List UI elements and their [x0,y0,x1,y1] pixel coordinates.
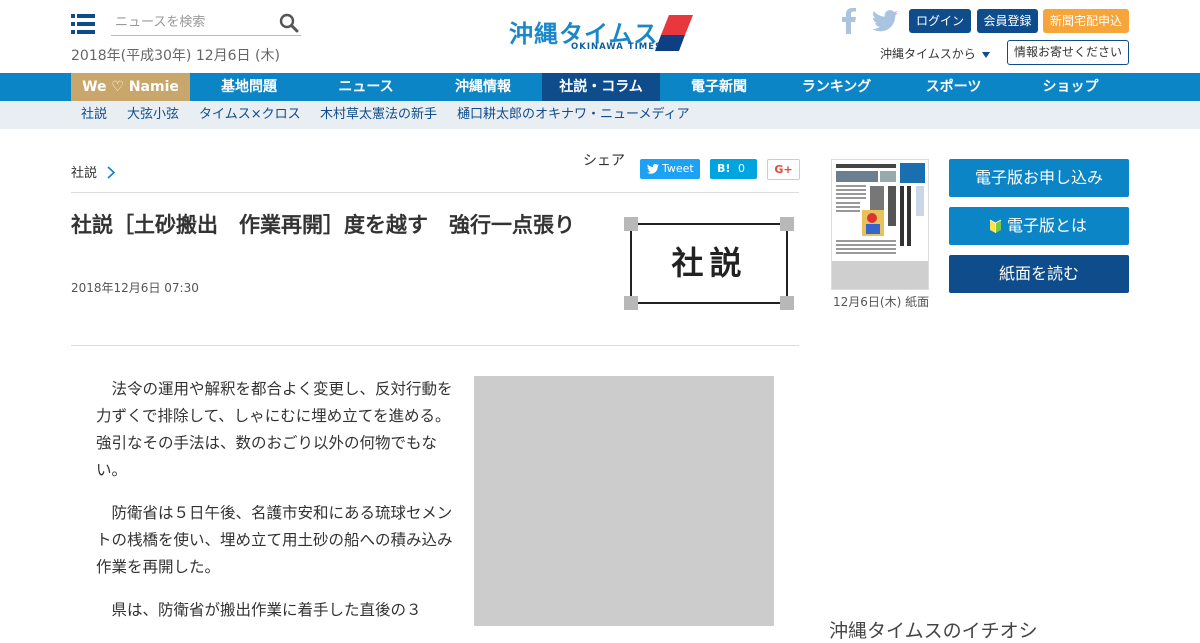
news-tip-button[interactable]: 情報お寄せください [1007,40,1129,65]
search-input[interactable] [111,11,279,33]
sub-nav: 社説 大弦小弦 タイムス×クロス 木村草太憲法の新手 樋口耕太郎のオキナワ・ニュ… [0,101,1200,129]
sub-nav-item-kimura-constitution[interactable]: 木村草太憲法の新手 [320,101,437,129]
nav-item-okinawa-info[interactable]: 沖縄情報 [424,73,542,101]
hatena-bookmark-button[interactable]: B! 0 [710,159,757,179]
facebook-icon[interactable] [842,8,856,34]
search-icon[interactable] [279,13,299,33]
search-bar [111,11,301,36]
paper-date-caption: 12月6日(木) 紙面 [833,295,930,309]
nav-item-news[interactable]: ニュース [308,73,424,101]
nav-item-shop[interactable]: ショップ [1012,73,1129,101]
twitter-icon[interactable] [872,10,898,32]
nav-item-sports[interactable]: スポーツ [895,73,1012,101]
sub-nav-item-higuchi-new-media[interactable]: 樋口耕太郎のオキナワ・ニューメディア [457,101,690,129]
beginner-mark-icon [989,219,1002,233]
logo-mark-icon [655,15,693,51]
digital-about-label: 電子版とは [1007,216,1088,235]
sub-nav-item-editorial[interactable]: 社説 [81,101,107,129]
nav-item-editorial-column[interactable]: 社説・コラム [542,73,660,101]
article-paragraph: 法令の運用や解釈を都合よく変更し、反対行動を力ずくで排除して、しゃにむに埋め立て… [96,380,453,479]
digital-subscribe-button[interactable]: 電子版お申し込み [949,159,1129,197]
newspaper-thumbnail[interactable] [831,159,929,290]
login-button[interactable]: ログイン [909,9,971,33]
header-date: 2018年(平成30年) 12月6日 (木) [71,48,280,64]
read-paper-button[interactable]: 紙面を読む [949,255,1129,293]
logo-subtext: OKINAWA TIMES [571,42,663,52]
chevron-down-icon [981,51,990,58]
digital-about-button[interactable]: 電子版とは [949,207,1129,245]
main-nav: We ♡ Namie 基地問題 ニュース 沖縄情報 社説・コラム 電子新聞 ラン… [0,73,1200,101]
nav-item-ranking[interactable]: ランキング [778,73,895,101]
hatena-count: 0 [738,162,745,175]
from-okinawa-label: 沖縄タイムスから [880,47,976,61]
stamp-text: 社説 [671,244,748,282]
sub-nav-item-times-cross[interactable]: タイムス×クロス [199,101,301,129]
from-okinawa-dropdown[interactable]: 沖縄タイムスから [880,45,990,62]
share-label: シェア [583,153,625,169]
delivery-signup-button[interactable]: 新聞宅配申込 [1043,9,1129,33]
site-logo[interactable]: 沖縄タイムス OKINAWA TIMES [509,14,694,56]
register-button[interactable]: 会員登録 [977,9,1038,33]
nav-item-namie[interactable]: We ♡ Namie [71,73,190,101]
tweet-button[interactable]: Tweet [640,159,700,179]
ad-placeholder[interactable] [474,376,774,626]
breadcrumb[interactable]: 社説 [71,162,97,181]
article-paragraph: 県は、防衛省が搬出作業に着手した直後の３ [111,601,422,619]
menu-icon[interactable] [71,13,95,35]
article-paragraph: 防衛省は５日午後、名護市安和にある琉球セメントの桟橋を使い、埋め立て用土砂の船へ… [96,504,453,576]
chevron-right-icon [106,164,116,179]
tweet-label: Tweet [662,162,694,175]
google-plus-button[interactable]: G+ [767,159,800,180]
editorial-stamp-image: 社説 [624,217,795,310]
article-body: 法令の運用や解釈を都合よく変更し、反対行動を力ずくで排除して、しゃにむに埋め立て… [96,376,456,640]
divider [71,345,799,346]
sub-nav-item-daigen-shogen[interactable]: 大弦小弦 [127,101,179,129]
nav-item-base-issues[interactable]: 基地問題 [190,73,308,101]
article-date: 2018年12月6日 07:30 [71,281,199,295]
twitter-icon [647,164,659,174]
nav-item-digital-paper[interactable]: 電子新聞 [660,73,778,101]
hatena-icon: B! [717,162,731,175]
divider [71,192,799,193]
article-title: 社説［土砂搬出 作業再開］度を越す 強行一点張り [71,213,575,237]
